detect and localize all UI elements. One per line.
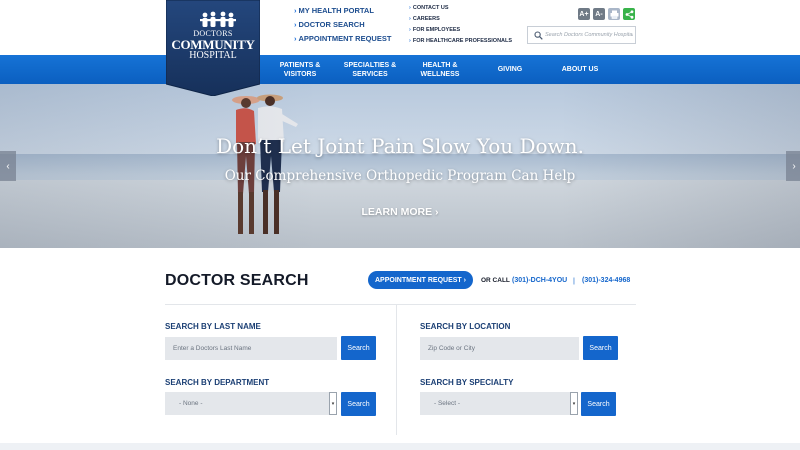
- nav-label-line-2: SERVICES: [352, 70, 388, 78]
- phone-link-numeric[interactable]: (301)-324-4968: [582, 277, 630, 284]
- phone-link-vanity[interactable]: (301)-DCH-4YOU: [512, 277, 567, 284]
- nav-label-line-1: HEALTH &: [422, 61, 458, 69]
- nav-item-label: GIVING: [497, 66, 523, 73]
- nav-item-label: PATIENTS & VISITORS: [265, 61, 335, 79]
- chevron-right-icon: ›: [294, 6, 297, 15]
- appointment-request-button[interactable]: APPOINTMENT REQUEST ›: [368, 271, 473, 289]
- location-input[interactable]: [420, 337, 579, 360]
- nav-item-health-wellness[interactable]: HEALTH & WELLNESS: [404, 55, 476, 84]
- nav-label-line-2: VISITORS: [283, 70, 317, 78]
- column-divider: [396, 305, 397, 435]
- logo-wordmark: DOCTORS COMMUNITY HOSPITAL: [166, 30, 260, 61]
- chevron-right-icon: ›: [294, 20, 297, 29]
- last-name-search-button[interactable]: Search: [341, 336, 376, 360]
- util-link-label: CAREERS: [412, 16, 440, 22]
- footer-strip: [0, 443, 800, 450]
- department-selected-value: - None -: [179, 400, 203, 407]
- logo-people-icon: [200, 11, 236, 27]
- quick-link-doctor-search[interactable]: › DOCTOR SEARCH: [294, 20, 391, 34]
- last-name-label: SEARCH BY LAST NAME: [165, 322, 261, 331]
- decrease-text-button[interactable]: A-: [593, 8, 605, 20]
- print-icon: [610, 10, 618, 19]
- utility-links: › CONTACT US › CAREERS › FOR EMPLOYEES › FOR…: [409, 5, 512, 49]
- quick-link-label: MY HEALTH PORTAL: [298, 6, 374, 15]
- nav-label-line-1: PATIENTS &: [279, 61, 321, 69]
- logo-line-3: HOSPITAL: [189, 50, 237, 61]
- site-search-input[interactable]: [545, 32, 633, 38]
- hospital-logo[interactable]: DOCTORS COMMUNITY HOSPITAL: [166, 0, 260, 96]
- increase-text-button[interactable]: A+: [578, 8, 590, 20]
- print-button[interactable]: [608, 8, 620, 20]
- chevron-right-icon: ›: [409, 38, 411, 44]
- location-label: SEARCH BY LOCATION: [420, 322, 511, 331]
- phone-separator: |: [573, 276, 575, 285]
- hero-subtitle: Our Comprehensive Orthopedic Program Can…: [224, 168, 576, 184]
- location-search-button[interactable]: Search: [583, 336, 618, 360]
- nav-label-line-2: WELLNESS: [420, 70, 460, 78]
- nav-item-label: ABOUT US: [561, 66, 599, 73]
- hero-shade: [0, 84, 800, 248]
- chevron-down-icon: ▾: [570, 392, 578, 415]
- util-link-careers[interactable]: › CAREERS: [409, 16, 512, 27]
- nav-label-line-1: SPECIALTIES &: [343, 61, 397, 69]
- nav-item-giving[interactable]: GIVING: [474, 55, 546, 84]
- util-link-label: FOR HEALTHCARE PROFESSIONALS: [412, 38, 513, 44]
- slider-prev-button[interactable]: ‹: [0, 151, 16, 181]
- page-tools: A+ A-: [578, 8, 635, 20]
- chevron-right-icon: ›: [409, 5, 411, 11]
- or-call-label: OR CALL: [481, 277, 510, 284]
- share-button[interactable]: [623, 8, 635, 20]
- util-link-label: CONTACT US: [412, 5, 449, 11]
- chevron-right-icon: ›: [294, 34, 297, 43]
- util-link-label: FOR EMPLOYEES: [412, 27, 461, 33]
- site-header: DOCTORS COMMUNITY HOSPITAL › MY HEALTH PO…: [0, 0, 800, 96]
- quick-link-label: APPOINTMENT REQUEST: [298, 34, 392, 43]
- department-search-button[interactable]: Search: [341, 392, 376, 416]
- share-icon: [625, 9, 633, 19]
- specialty-select[interactable]: - Select - ▾: [420, 392, 578, 415]
- nav-item-patients-visitors[interactable]: PATIENTS & VISITORS: [264, 55, 336, 84]
- quick-link-appointment-request[interactable]: › APPOINTMENT REQUEST: [294, 34, 391, 48]
- site-search-box: [527, 26, 636, 44]
- divider: [165, 304, 636, 305]
- nav-item-label: SPECIALTIES & SERVICES: [335, 61, 405, 79]
- chevron-right-icon: ›: [409, 16, 411, 22]
- chevron-down-icon: ▾: [329, 392, 337, 415]
- util-link-for-healthcare-professionals[interactable]: › FOR HEALTHCARE PROFESSIONALS: [409, 38, 512, 49]
- specialty-label: SEARCH BY SPECIALTY: [420, 378, 514, 387]
- nav-item-about-us[interactable]: ABOUT US: [544, 55, 616, 84]
- nav-item-label: HEALTH & WELLNESS: [405, 61, 475, 79]
- hero-title: Don’t Let Joint Pain Slow You Down.: [216, 134, 584, 158]
- learn-more-link[interactable]: LEARN MORE ›: [0, 206, 800, 218]
- nav-item-specialties-services[interactable]: SPECIALTIES & SERVICES: [334, 55, 406, 84]
- util-link-for-employees[interactable]: › FOR EMPLOYEES: [409, 27, 512, 38]
- main-nav: PATIENTS & VISITORS SPECIALTIES & SERVICES…: [0, 55, 800, 84]
- quick-link-my-health-portal[interactable]: › MY HEALTH PORTAL: [294, 6, 391, 20]
- page: DOCTORS COMMUNITY HOSPITAL › MY HEALTH PO…: [0, 0, 800, 450]
- quick-link-label: DOCTOR SEARCH: [298, 20, 365, 29]
- department-label: SEARCH BY DEPARTMENT: [165, 378, 270, 387]
- last-name-input[interactable]: [165, 337, 337, 360]
- util-link-contact-us[interactable]: › CONTACT US: [409, 5, 512, 16]
- chevron-right-icon: ›: [409, 27, 411, 33]
- specialty-search-button[interactable]: Search: [581, 392, 616, 416]
- doctor-search-title: DOCTOR SEARCH: [165, 272, 309, 289]
- hero-banner: Don’t Let Joint Pain Slow You Down. Our …: [0, 84, 800, 248]
- department-select[interactable]: - None - ▾: [165, 392, 337, 415]
- quick-links: › MY HEALTH PORTAL › DOCTOR SEARCH › APPOIN…: [294, 6, 391, 48]
- search-icon[interactable]: [531, 28, 545, 42]
- slider-next-button[interactable]: ›: [786, 151, 800, 181]
- specialty-selected-value: - Select -: [434, 400, 461, 407]
